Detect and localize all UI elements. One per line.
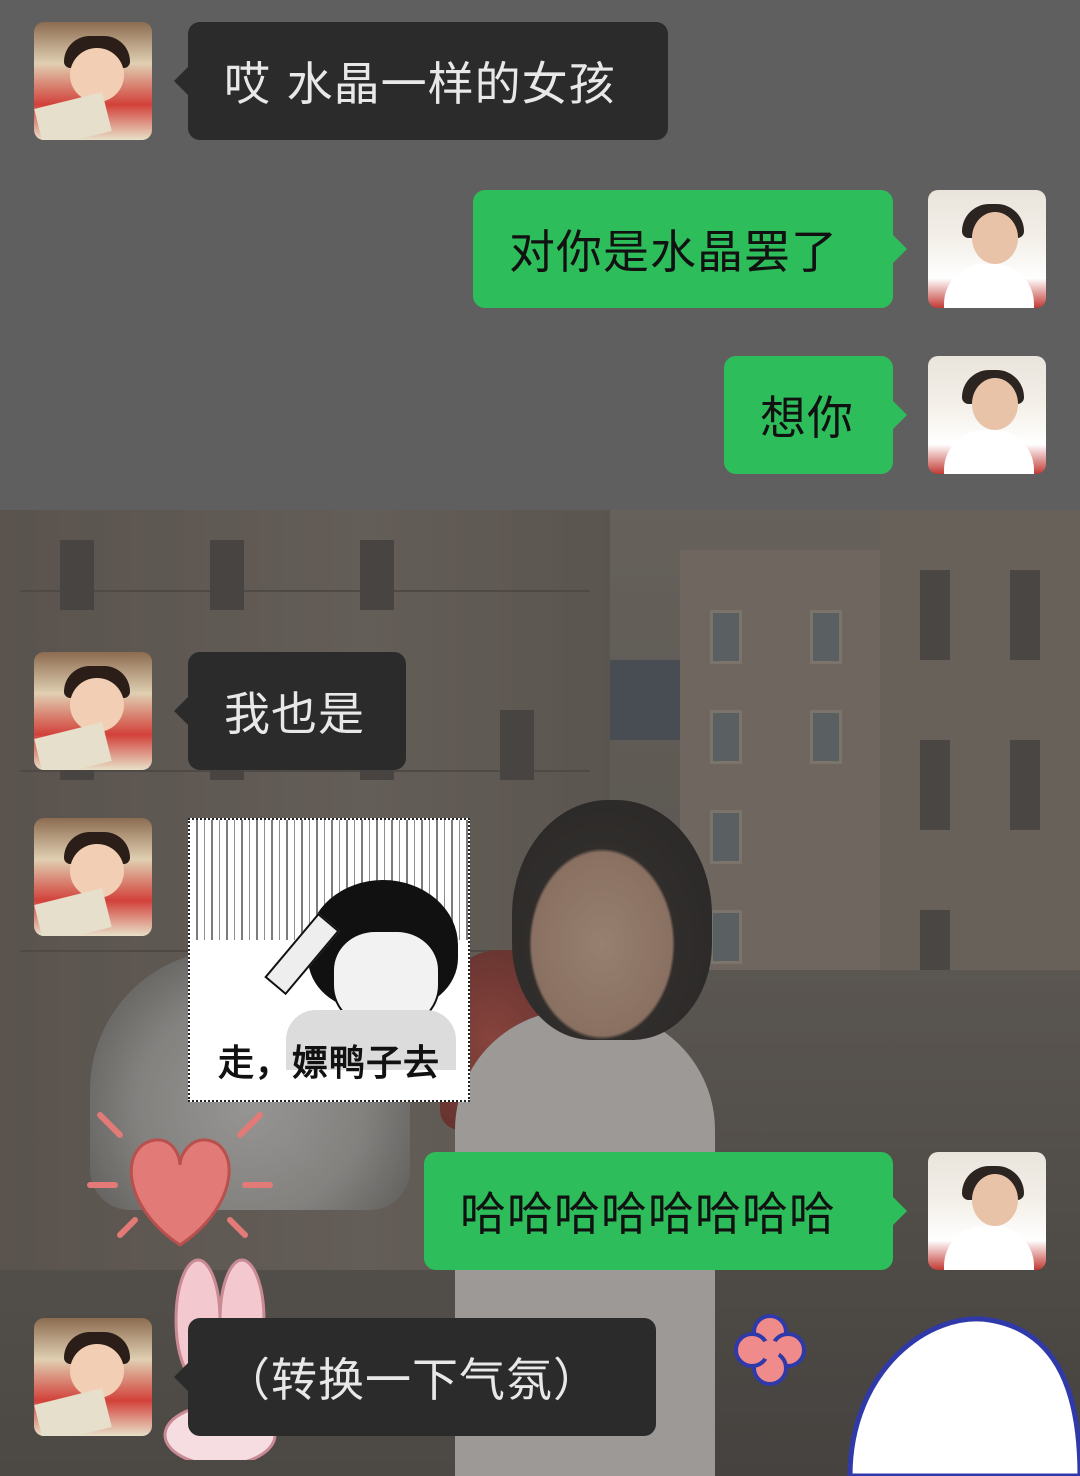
contact-avatar[interactable] [34,1318,152,1436]
heart-sticker-icon [87,1112,273,1247]
cartoon-cloud-flower-sticker-icon [734,1314,1080,1476]
sent-message-bubble[interactable]: 哈哈哈哈哈哈哈哈 [424,1152,907,1270]
message-text: 哎 水晶一样的女孩 [224,57,616,111]
message-text: 对你是水晶罢了 [509,225,838,279]
received-sticker-message[interactable]: 走，嫖鸭子去 [188,818,470,1102]
message-text: 哈哈哈哈哈哈哈哈 [460,1187,836,1241]
sent-message-bubble[interactable]: 想你 [724,356,907,474]
contact-avatar[interactable] [34,818,152,936]
sent-message-bubble[interactable]: 对你是水晶罢了 [473,190,907,308]
received-message-bubble[interactable]: 我也是 [174,652,406,770]
my-avatar[interactable] [928,190,1046,308]
contact-avatar[interactable] [34,652,152,770]
received-message-bubble[interactable]: （转换一下气氛） [174,1318,656,1436]
message-text: 想你 [760,391,854,445]
message-text: （转换一下气氛） [224,1353,600,1407]
sticker-caption: 走，嫖鸭子去 [217,1043,440,1084]
received-message-bubble[interactable]: 哎 水晶一样的女孩 [174,22,668,140]
my-avatar[interactable] [928,1152,1046,1270]
contact-avatar[interactable] [34,22,152,140]
my-avatar[interactable] [928,356,1046,474]
message-text: 我也是 [224,687,365,741]
